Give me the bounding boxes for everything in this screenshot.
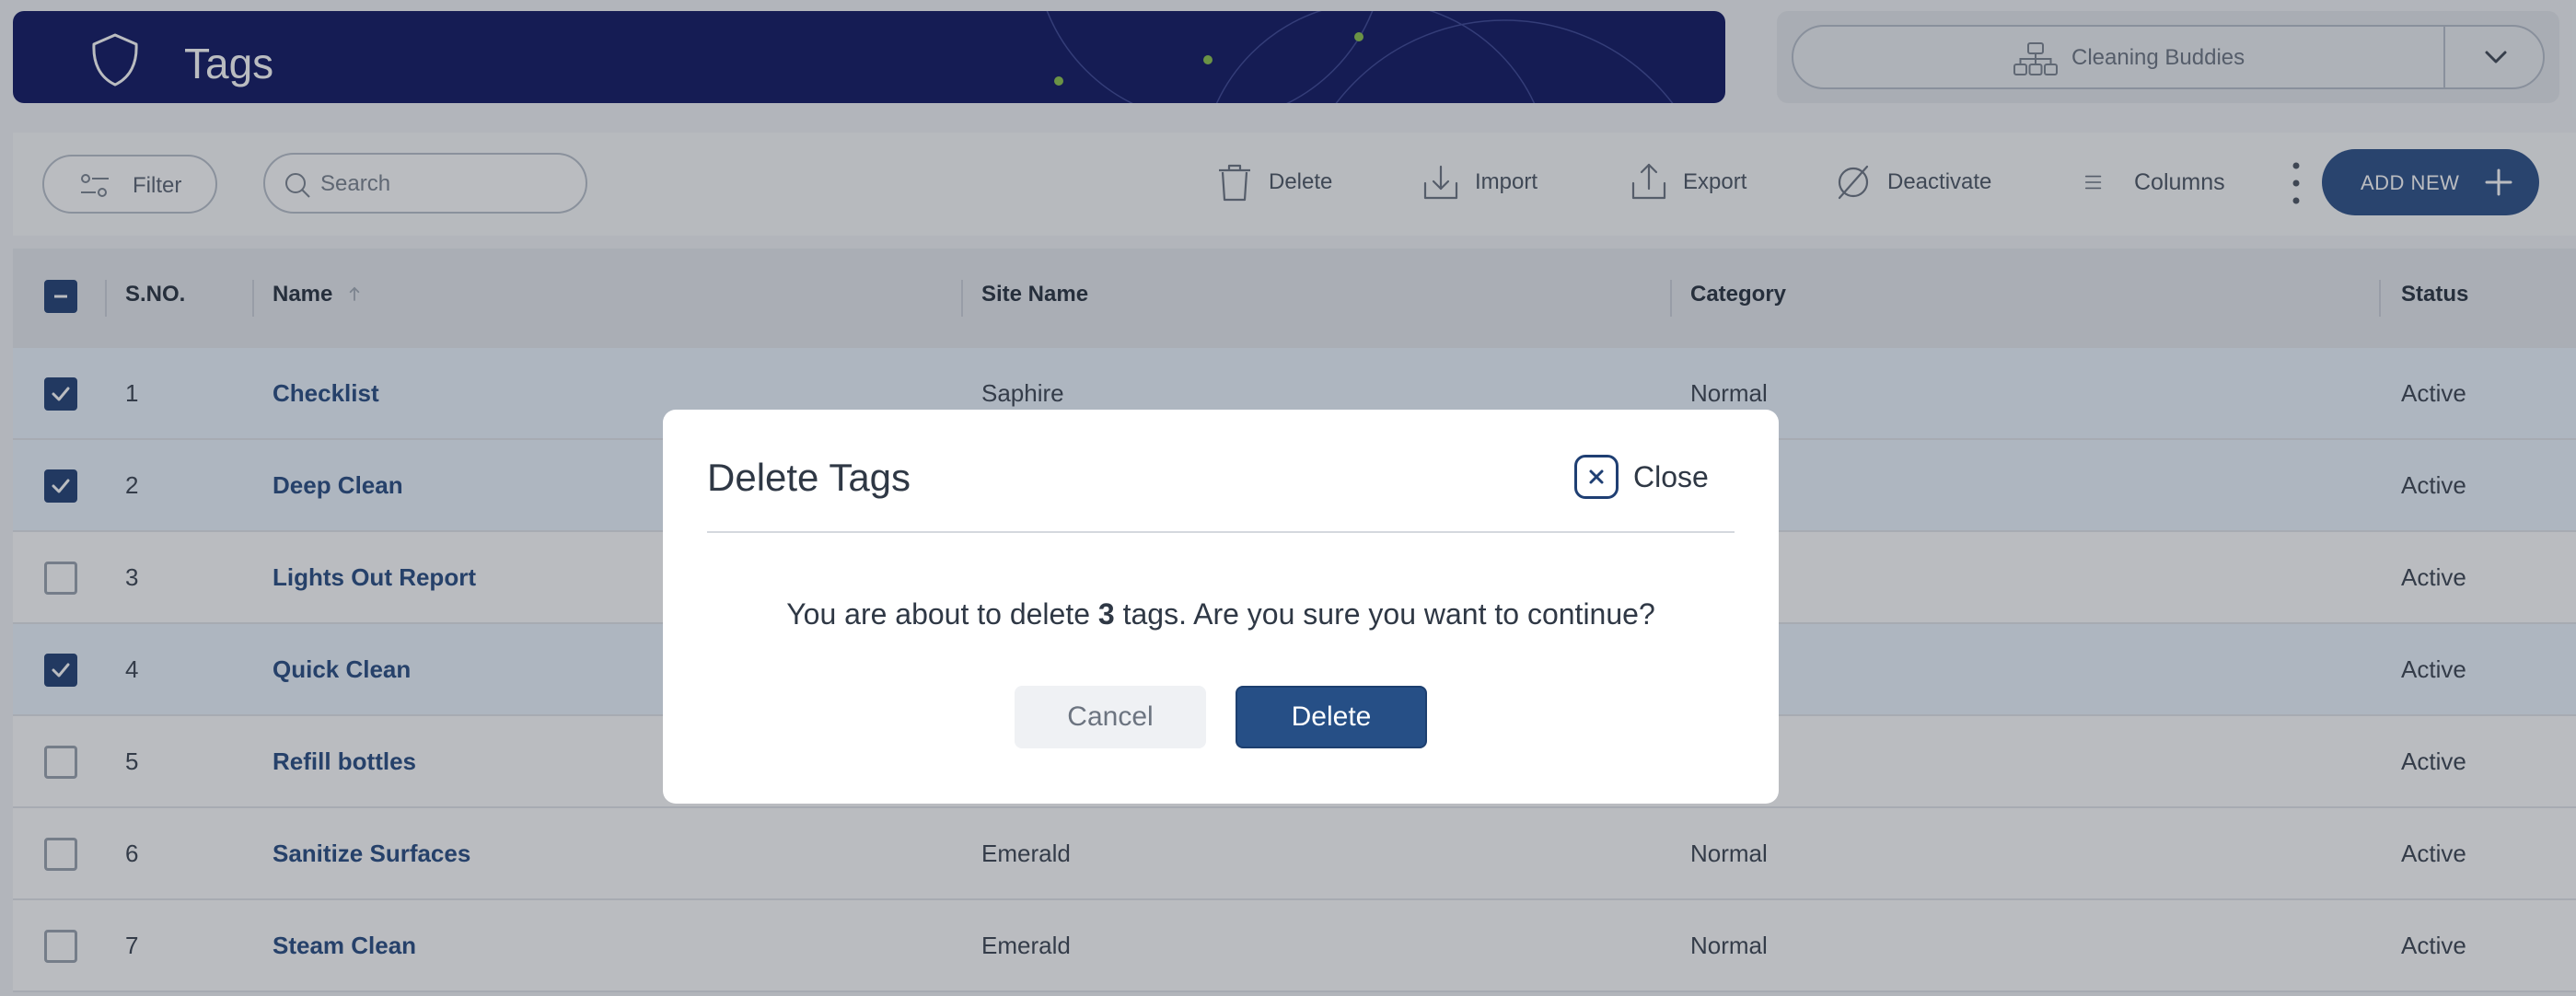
close-icon: [1574, 455, 1619, 499]
dialog-message: You are about to delete 3 tags. Are you …: [663, 597, 1779, 631]
cancel-button[interactable]: Cancel: [1015, 686, 1206, 748]
dialog-divider: [707, 531, 1735, 533]
dialog-title: Delete Tags: [707, 456, 911, 499]
confirm-delete-button[interactable]: Delete: [1236, 686, 1427, 748]
message-suffix: tags. Are you sure you want to continue?: [1114, 597, 1655, 631]
message-prefix: You are about to delete: [786, 597, 1098, 631]
dialog-close-button[interactable]: Close: [1574, 454, 1709, 500]
close-label: Close: [1633, 459, 1709, 493]
delete-tags-dialog: Delete Tags Close You are about to delet…: [663, 410, 1779, 804]
message-count: 3: [1097, 597, 1115, 631]
